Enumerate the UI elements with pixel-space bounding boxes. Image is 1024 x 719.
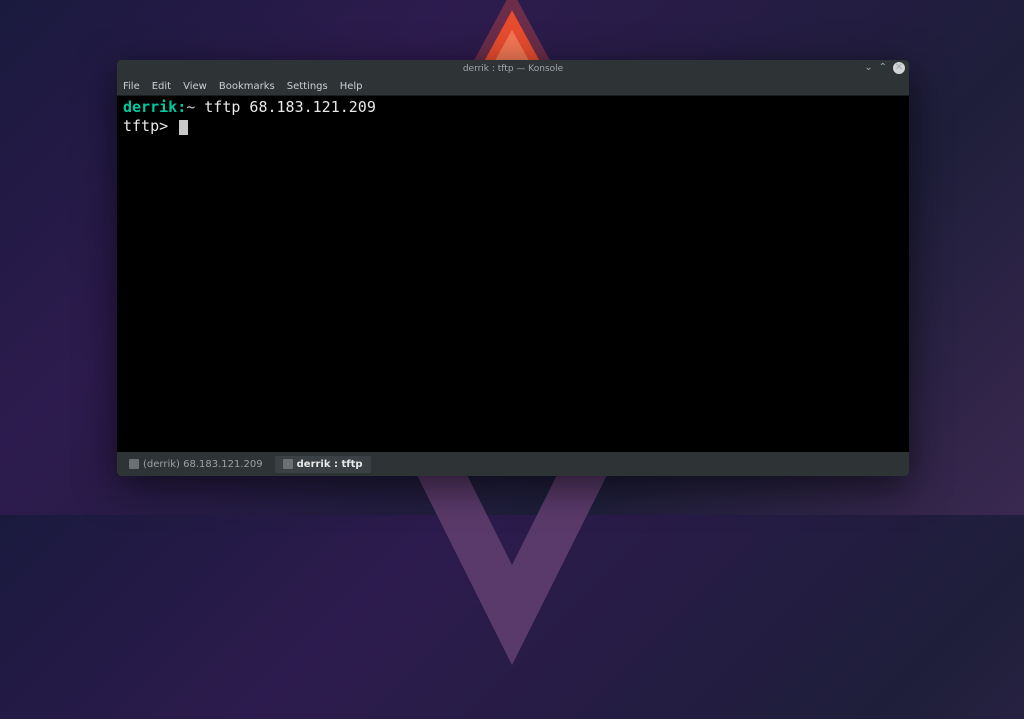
menubar: File Edit View Bookmarks Settings Help bbox=[117, 78, 909, 96]
minimize-button[interactable]: ⌄ bbox=[864, 63, 872, 73]
window-controls: ⌄ ⌃ ✕ bbox=[864, 62, 905, 74]
prompt-path: ~ bbox=[186, 98, 195, 116]
terminal-icon bbox=[129, 459, 139, 469]
window-title: derrik : tftp — Konsole bbox=[463, 64, 563, 74]
tftp-prompt: tftp> bbox=[123, 117, 177, 135]
prompt-user: derrik bbox=[123, 98, 177, 116]
menu-file[interactable]: File bbox=[123, 81, 140, 92]
menu-view[interactable]: View bbox=[183, 81, 207, 92]
menu-edit[interactable]: Edit bbox=[152, 81, 171, 92]
tab-1-label: (derrik) 68.183.121.209 bbox=[143, 459, 263, 470]
menu-bookmarks[interactable]: Bookmarks bbox=[219, 81, 275, 92]
terminal-area[interactable]: derrik:~ tftp 68.183.121.209 tftp> bbox=[117, 96, 909, 452]
maximize-button[interactable]: ⌃ bbox=[879, 63, 887, 73]
cursor bbox=[179, 120, 188, 135]
command-text: tftp 68.183.121.209 bbox=[195, 98, 376, 116]
konsole-window: derrik : tftp — Konsole ⌄ ⌃ ✕ File Edit … bbox=[117, 60, 909, 476]
terminal-icon bbox=[283, 459, 293, 469]
prompt-colon: : bbox=[177, 98, 186, 116]
tabbar: (derrik) 68.183.121.209 derrik : tftp bbox=[117, 452, 909, 476]
terminal-line-2: tftp> bbox=[123, 117, 903, 136]
menu-help[interactable]: Help bbox=[340, 81, 363, 92]
tab-2[interactable]: derrik : tftp bbox=[275, 456, 371, 473]
tab-1[interactable]: (derrik) 68.183.121.209 bbox=[121, 456, 271, 473]
close-button[interactable]: ✕ bbox=[893, 62, 905, 74]
window-titlebar[interactable]: derrik : tftp — Konsole ⌄ ⌃ ✕ bbox=[117, 60, 909, 78]
tab-2-label: derrik : tftp bbox=[297, 459, 363, 470]
terminal-line-1: derrik:~ tftp 68.183.121.209 bbox=[123, 98, 903, 117]
menu-settings[interactable]: Settings bbox=[287, 81, 328, 92]
